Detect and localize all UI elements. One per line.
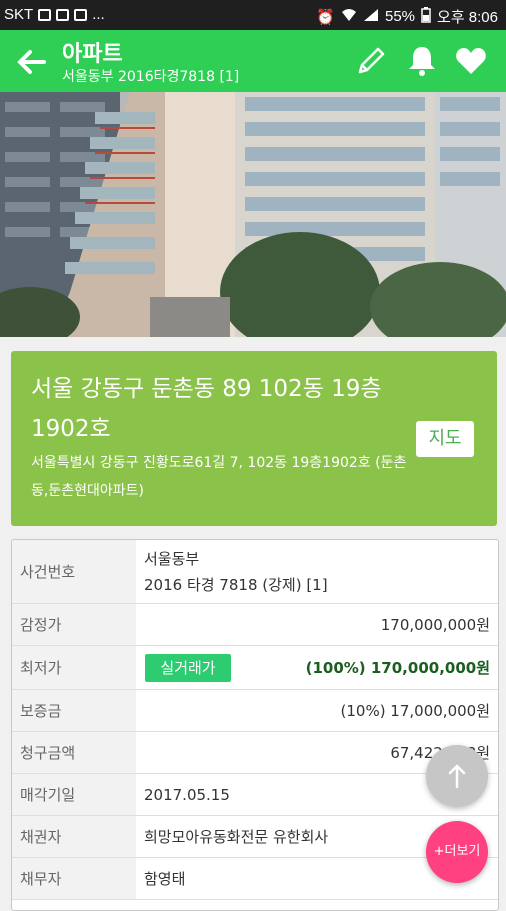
page-title: 아파트 xyxy=(62,42,123,67)
table-row-deposit: 보증금 (10%) 17,000,000원 xyxy=(12,690,498,732)
wifi-icon xyxy=(341,8,357,26)
case-number-value: 서울동부 2016 타경 7818 (강제) [1] xyxy=(136,540,498,603)
road-address: 서울특별시 강동구 진황도로61길 7, 102동 19층1902호 (둔촌동,… xyxy=(31,455,407,499)
heart-icon[interactable] xyxy=(454,44,488,78)
minimum-price-cell: 실거래가 (100%) 170,000,000원 xyxy=(136,646,498,689)
clock: 오후 8:06 xyxy=(437,9,498,26)
row-label: 채무자 xyxy=(12,858,136,899)
row-label: 최저가 xyxy=(12,646,136,689)
scroll-to-top-button[interactable] xyxy=(426,745,488,807)
minimum-price-value: (100%) 170,000,000원 xyxy=(305,659,490,677)
table-row-debtor: 채무자 함영태 xyxy=(12,858,498,900)
table-row-minimum: 최저가 실거래가 (100%) 170,000,000원 xyxy=(12,646,498,690)
status-bar: SKT ... ⏰ 55% 오후 8:06 xyxy=(0,0,506,30)
real-transaction-button[interactable]: 실거래가 xyxy=(145,654,231,682)
app-bar: 아파트 서울동부 2016타경7818 [1] xyxy=(0,30,506,92)
image-icon xyxy=(38,8,52,21)
row-label: 사건번호 xyxy=(12,540,136,603)
back-arrow-icon[interactable] xyxy=(14,44,50,80)
carrier-label: SKT xyxy=(4,6,34,23)
page-subtitle: 서울동부 2016타경7818 [1] xyxy=(62,69,240,85)
map-button[interactable]: 지도 xyxy=(416,421,474,457)
alarm-icon: ⏰ xyxy=(316,8,335,26)
more-button[interactable]: +더보기 xyxy=(426,821,488,883)
row-label: 청구금액 xyxy=(12,732,136,773)
phone-icon xyxy=(56,8,70,21)
table-row-case-number: 사건번호 서울동부 2016 타경 7818 (강제) [1] xyxy=(12,540,498,604)
pencil-icon[interactable] xyxy=(354,44,388,78)
app-notification-icon xyxy=(74,8,88,21)
court-name: 서울동부 xyxy=(144,549,200,568)
address-card: 서울 강동구 둔촌동 89 102동 19층 1902호 서울특별시 강동구 진… xyxy=(11,351,497,526)
row-label: 매각기일 xyxy=(12,774,136,815)
bell-icon[interactable] xyxy=(405,44,439,78)
row-label: 보증금 xyxy=(12,690,136,731)
row-label: 채권자 xyxy=(12,816,136,857)
property-address: 서울 강동구 둔촌동 89 102동 19층 1902호 xyxy=(31,376,382,442)
notification-overflow: ... xyxy=(92,6,105,23)
appraisal-value: 170,000,000원 xyxy=(380,616,490,634)
table-row-appraisal: 감정가 170,000,000원 xyxy=(12,604,498,646)
signal-icon xyxy=(363,8,379,26)
arrow-up-icon xyxy=(448,764,466,789)
battery-icon xyxy=(421,6,431,27)
row-label: 감정가 xyxy=(12,604,136,645)
battery-percent: 55% xyxy=(385,8,416,25)
property-photo xyxy=(0,92,506,337)
case-number: 2016 타경 7818 (강제) [1] xyxy=(144,575,328,594)
deposit-value: (10%) 17,000,000원 xyxy=(340,702,491,720)
